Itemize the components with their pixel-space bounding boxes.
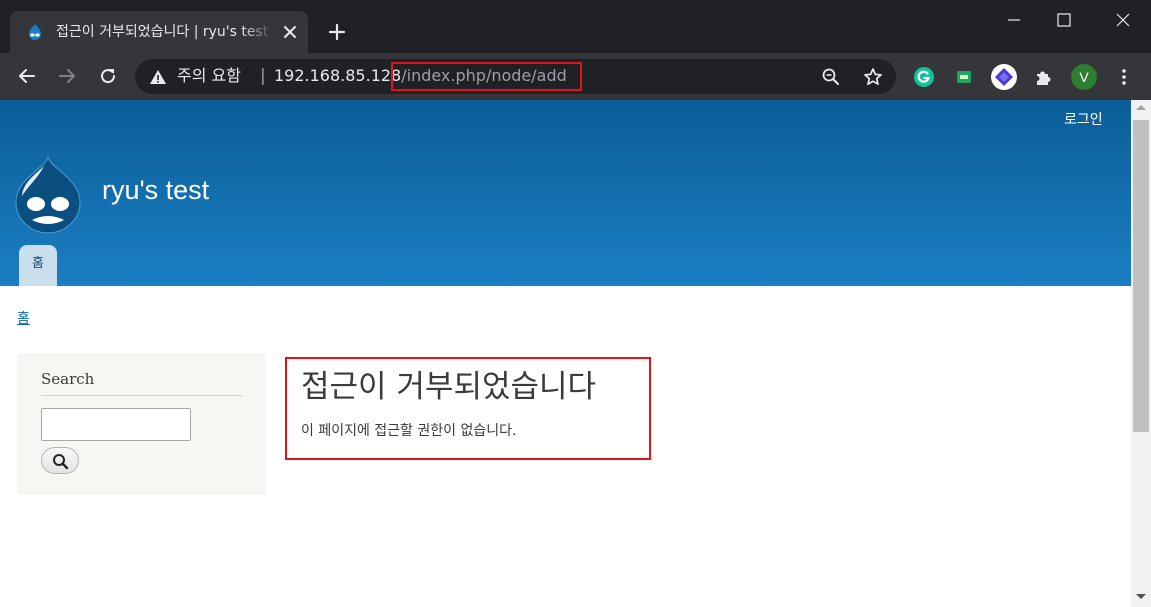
bookmark-star-icon[interactable] — [862, 66, 884, 88]
minimize-icon[interactable] — [1003, 9, 1025, 31]
reload-icon[interactable] — [97, 65, 119, 87]
site-name[interactable]: ryu's test — [102, 174, 209, 206]
scroll-down-arrow-icon[interactable] — [1136, 594, 1146, 599]
maximize-icon[interactable] — [1053, 9, 1075, 31]
search-input[interactable] — [41, 408, 191, 441]
login-link[interactable]: 로그인 — [1064, 110, 1103, 130]
window-close-icon[interactable] — [1112, 9, 1134, 31]
site-header: 로그인 ryu's test 홈 — [0, 100, 1131, 286]
url-host: 192.168.85.128 — [274, 66, 402, 85]
back-arrow-icon[interactable] — [16, 65, 38, 87]
drupal-icon — [29, 24, 41, 40]
vertical-scrollbar[interactable] — [1131, 100, 1151, 607]
menu-kebab-icon[interactable] — [1110, 63, 1138, 91]
grammarly-icon[interactable] — [910, 63, 938, 91]
security-label[interactable]: 주의 요함 — [177, 65, 241, 87]
browser-tab[interactable]: 접근이 거부되었습니다 | ryu's test — [10, 11, 308, 53]
search-block: Search — [17, 353, 266, 495]
scrollbar-thumb[interactable] — [1133, 120, 1149, 432]
profile-avatar[interactable]: V — [1070, 63, 1098, 91]
tab-title: 접근이 거부되었습니다 | ryu's test — [56, 24, 269, 40]
svg-text:V: V — [1079, 69, 1089, 85]
breadcrumb-home-link[interactable]: 홈 — [17, 309, 30, 329]
warning-icon[interactable] — [149, 68, 167, 86]
page-title: 접근이 거부되었습니다 — [301, 369, 597, 405]
access-denied-message: 이 페이지에 접근할 권한이 없습니다. — [301, 423, 517, 439]
zoom-out-icon[interactable] — [821, 67, 841, 87]
url-highlight-box — [391, 62, 582, 91]
nav-tab-home[interactable]: 홈 — [19, 245, 57, 286]
plus-icon[interactable] — [327, 22, 347, 42]
page-viewport: 로그인 ryu's test 홈 홈 Search 접근이 거부되었습니다 이 … — [0, 100, 1131, 607]
access-denied-box: 접근이 거부되었습니다 이 페이지에 접근할 권한이 없습니다. — [285, 357, 651, 460]
forward-arrow-icon[interactable] — [56, 65, 78, 87]
search-button[interactable] — [41, 447, 79, 474]
green-extension-icon[interactable] — [950, 63, 978, 91]
close-icon[interactable] — [280, 22, 300, 42]
scroll-up-arrow-icon[interactable] — [1136, 105, 1146, 110]
drupal-logo-icon[interactable] — [14, 156, 82, 234]
address-separator: | — [260, 66, 266, 86]
browser-titlebar: 접근이 거부되었습니다 | ryu's test — [0, 0, 1151, 53]
search-icon — [53, 454, 69, 470]
search-block-title: Search — [41, 370, 95, 388]
divider — [41, 395, 242, 396]
purple-diamond-extension-icon[interactable] — [990, 63, 1018, 91]
puzzle-icon[interactable] — [1030, 63, 1058, 91]
